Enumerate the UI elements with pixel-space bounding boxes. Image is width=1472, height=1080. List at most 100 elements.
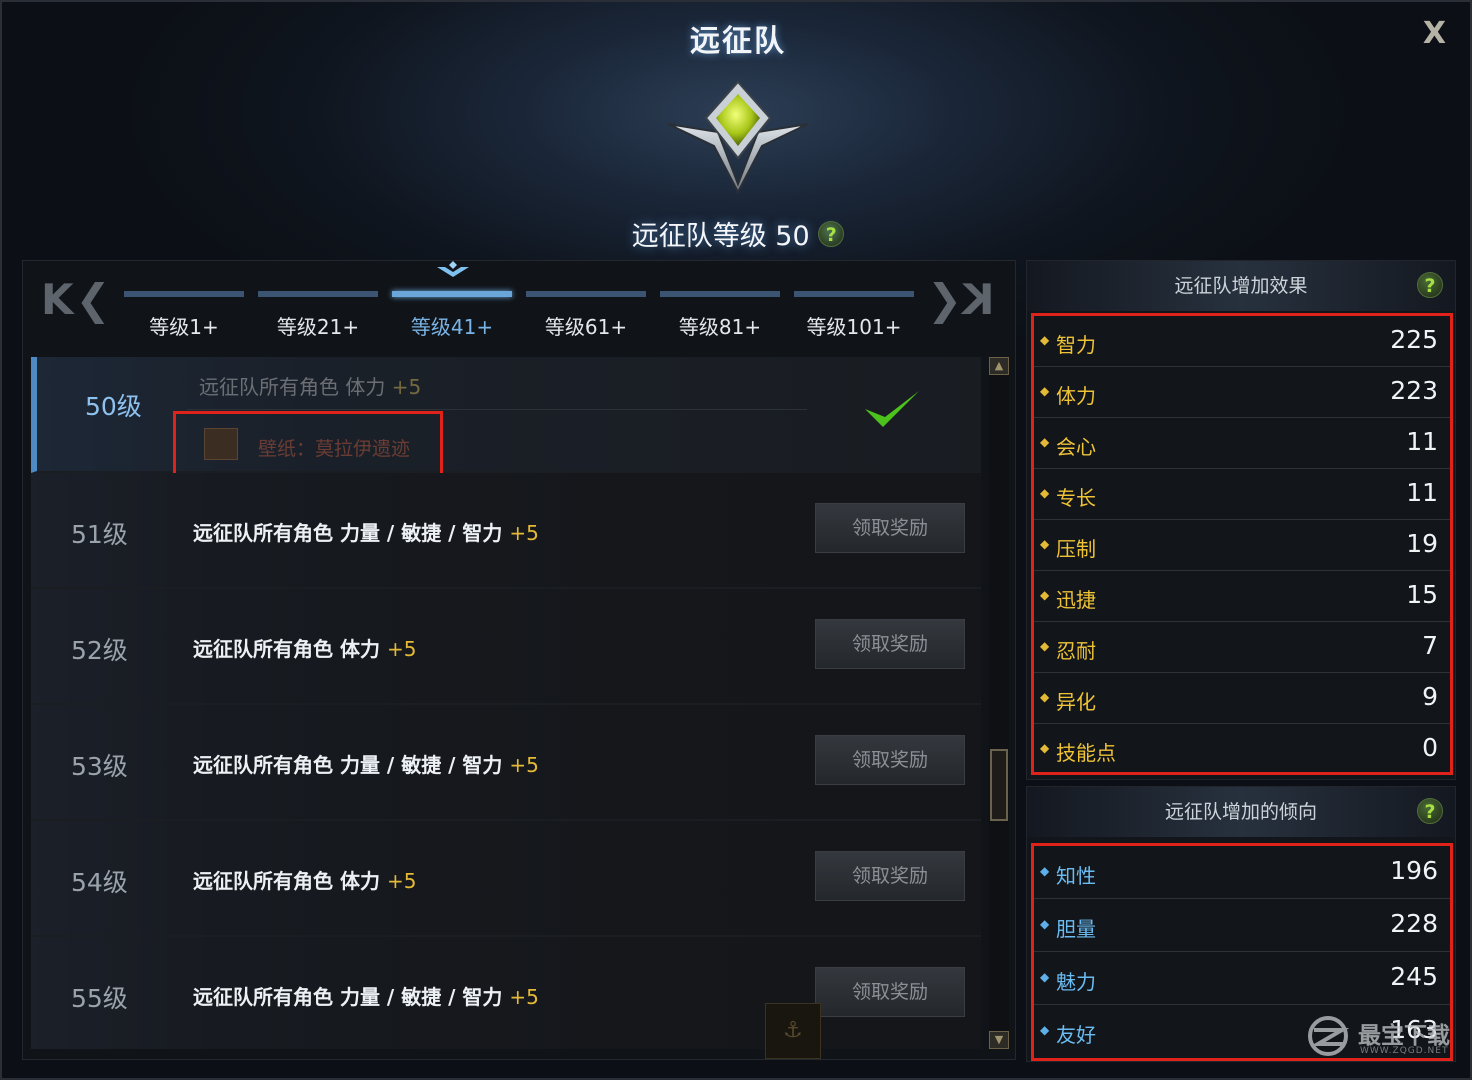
stat-value: 15 — [1406, 580, 1438, 609]
reward-description: 远征队所有角色 体力 +5 — [193, 865, 416, 894]
scroll-up-icon[interactable]: ▲ — [989, 357, 1009, 375]
reward-item-highlight[interactable]: 壁纸：莫拉伊遗迹 — [173, 411, 443, 477]
tab-level-5[interactable]: 等级81+ — [657, 291, 783, 340]
bullet-icon: ◆ — [1040, 639, 1050, 653]
stat-value: 228 — [1390, 909, 1438, 938]
tab-bar — [660, 291, 780, 297]
effects-help-icon[interactable]: ? — [1417, 272, 1443, 298]
tab-level-3[interactable]: 等级41+ — [389, 291, 515, 340]
bullet-icon: ◆ — [1040, 864, 1050, 878]
reward-description: 远征队所有角色 力量 / 敏捷 / 智力 +5 — [193, 517, 539, 546]
reward-scrollbar[interactable]: ▲ ▼ — [989, 357, 1009, 1049]
stat-name: 魅力 — [1056, 970, 1096, 994]
claimed-check-icon — [865, 391, 919, 427]
stat-value: 196 — [1390, 856, 1438, 885]
tab-level-2[interactable]: 等级21+ — [255, 291, 381, 340]
stat-row-魅力: ◆ 魅力 245 — [1034, 952, 1450, 1005]
tab-label: 等级21+ — [276, 315, 360, 339]
bullet-icon: ◆ — [1040, 970, 1050, 984]
tendency-title: 远征队增加的倾向 — [1164, 801, 1317, 823]
effects-panel: 远征队增加效果 ? ◆ 智力 225 ◆ 体力 223 ◆ 会心 11 ◆ 专长 11 ◆ 压制 19 ◆ 迅捷… — [1026, 260, 1456, 780]
stat-name: 压制 — [1056, 537, 1096, 561]
reward-bonus: +5 — [386, 637, 417, 661]
tab-level-6[interactable]: 等级101+ — [791, 291, 917, 340]
stat-value: 11 — [1406, 478, 1438, 507]
reward-row-53级: 53级 远征队所有角色 力量 / 敏捷 / 智力 +5 领取奖励 — [31, 705, 981, 821]
bullet-icon: ◆ — [1040, 741, 1050, 755]
scroll-down-icon[interactable]: ▼ — [989, 1031, 1009, 1049]
reward-text: 远征队所有角色 体力 — [193, 869, 380, 893]
expedition-level-label: 远征队等级 50 — [631, 221, 810, 252]
reward-text: 远征队所有角色 力量 / 敏捷 / 智力 — [193, 753, 503, 777]
stat-value: 223 — [1390, 376, 1438, 405]
last-page-icon: K — [962, 275, 995, 324]
reward-bonus: +5 — [509, 753, 539, 777]
reward-description: 远征队所有角色 体力 +5 — [199, 371, 421, 400]
bullet-icon: ◆ — [1040, 537, 1050, 551]
row-divider — [187, 409, 807, 410]
reward-row-52级: 52级 远征队所有角色 体力 +5 领取奖励 — [31, 589, 981, 705]
tab-level-1[interactable]: 等级1+ — [121, 291, 247, 340]
stat-row-异化: ◆ 异化 9 — [1034, 673, 1450, 724]
claim-reward-button[interactable]: 领取奖励 — [815, 735, 965, 785]
scroll-thumb[interactable] — [990, 749, 1008, 821]
reward-row-55级: 55级 远征队所有角色 力量 / 敏捷 / 智力 +5 领取奖励 — [31, 937, 981, 1049]
bullet-icon: ◆ — [1040, 333, 1050, 347]
reward-text: 远征队所有角色 力量 / 敏捷 / 智力 — [193, 521, 503, 545]
reward-bonus: +5 — [391, 375, 422, 399]
tab-label: 等级101+ — [806, 315, 902, 339]
reward-text: 远征队所有角色 体力 — [193, 637, 380, 661]
reward-level: 50级 — [85, 392, 142, 421]
bullet-icon: ◆ — [1040, 486, 1050, 500]
stat-name: 忍耐 — [1056, 639, 1096, 663]
tendency-help-icon[interactable]: ? — [1417, 798, 1443, 824]
stat-name: 迅捷 — [1056, 588, 1096, 612]
reward-row-51级: 51级 远征队所有角色 力量 / 敏捷 / 智力 +5 领取奖励 — [31, 473, 981, 589]
reward-bonus: +5 — [509, 521, 539, 545]
tab-label: 等级1+ — [149, 315, 219, 339]
tab-bar — [794, 291, 914, 297]
bullet-icon: ◆ — [1040, 588, 1050, 602]
stat-value: 9 — [1422, 682, 1438, 711]
anchor-icon: ⚓ — [765, 1003, 821, 1059]
reward-description: 远征队所有角色 体力 +5 — [193, 633, 416, 662]
last-page-button[interactable]: ❯K — [927, 275, 995, 324]
level-reward-panel: K❮ ❯K 等级1+ 等级21+ 等级41+ 等级61+ 等级81+ 等级101+ 50级… — [22, 260, 1016, 1060]
claim-reward-button[interactable]: 领取奖励 — [815, 851, 965, 901]
reward-level: 53级 — [71, 752, 128, 781]
tab-bar — [124, 291, 244, 297]
stat-row-会心: ◆ 会心 11 — [1034, 418, 1450, 469]
stat-name: 体力 — [1056, 384, 1096, 408]
reward-item-label: 壁纸：莫拉伊遗迹 — [258, 438, 411, 460]
wallpaper-item-icon — [204, 428, 238, 460]
expedition-emblem-icon — [667, 80, 809, 194]
first-page-button[interactable]: K❮ — [41, 275, 111, 324]
reward-level: 51级 — [71, 520, 128, 549]
reward-level: 52级 — [71, 636, 128, 665]
effects-header: 远征队增加效果 ? — [1027, 261, 1455, 311]
next-page-icon: ❯ — [927, 275, 963, 324]
tab-label: 等级81+ — [678, 315, 762, 339]
expedition-level: 远征队等级 50 ? — [2, 214, 1470, 253]
first-page-icon: K — [41, 275, 74, 324]
stat-row-胆量: ◆ 胆量 228 — [1034, 899, 1450, 952]
stat-name: 技能点 — [1056, 741, 1116, 765]
tab-bar — [526, 291, 646, 297]
watermark-logo-icon — [1308, 1016, 1350, 1056]
claim-reward-button[interactable]: 领取奖励 — [815, 503, 965, 553]
site-watermark: 最宝下载 WWW.ZQGD.NET — [1306, 1016, 1456, 1060]
tab-level-4[interactable]: 等级61+ — [523, 291, 649, 340]
claim-reward-button[interactable]: 领取奖励 — [815, 967, 965, 1017]
bullet-icon: ◆ — [1040, 690, 1050, 704]
tendency-header: 远征队增加的倾向 ? — [1027, 787, 1455, 837]
reward-text: 远征队所有角色 体力 — [199, 375, 386, 399]
reward-bonus: +5 — [386, 869, 417, 893]
reward-list[interactable]: 50级 远征队所有角色 体力 +5 壁纸：莫拉伊遗迹 51级 远征队所有角色 力量 / … — [31, 357, 981, 1049]
claim-reward-button[interactable]: 领取奖励 — [815, 619, 965, 669]
close-button[interactable]: X — [1423, 16, 1446, 51]
level-help-icon[interactable]: ? — [818, 220, 845, 247]
stat-row-压制: ◆ 压制 19 — [1034, 520, 1450, 571]
stat-name: 异化 — [1056, 690, 1096, 714]
stat-name: 知性 — [1056, 864, 1096, 888]
bullet-icon: ◆ — [1040, 435, 1050, 449]
